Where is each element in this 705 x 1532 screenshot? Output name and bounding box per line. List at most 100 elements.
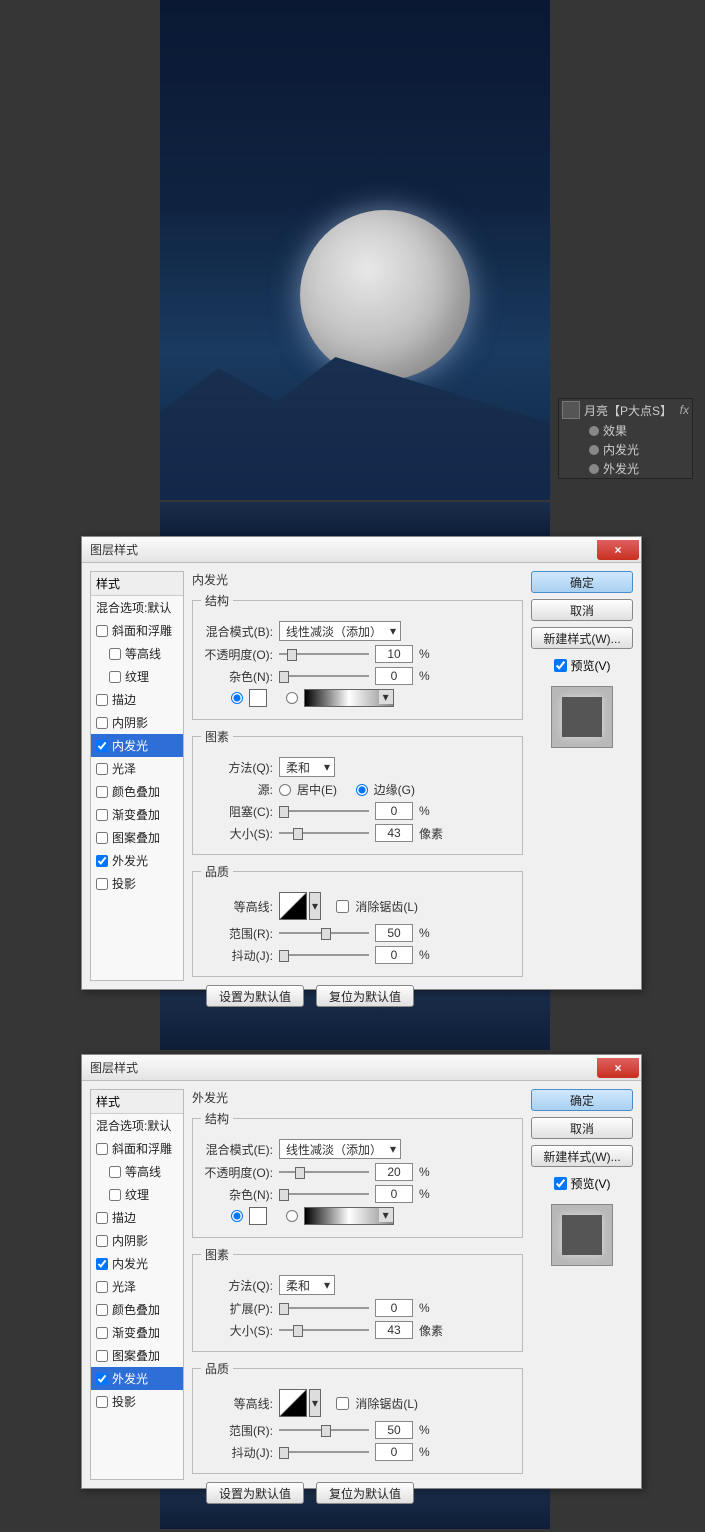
color-swatch[interactable] (249, 1207, 267, 1225)
style-inner-shadow[interactable]: 内阴影 (91, 1229, 183, 1252)
fx-icon[interactable]: fx (680, 403, 689, 417)
checkbox[interactable] (96, 878, 108, 890)
slider-thumb[interactable] (295, 1167, 305, 1179)
noise-slider[interactable] (279, 1187, 369, 1201)
contour-dropdown[interactable]: ▾ (309, 1389, 321, 1417)
preview-checkbox-row[interactable]: 预览(V) (554, 1175, 611, 1192)
close-button[interactable]: × (597, 1058, 639, 1078)
eye-icon[interactable] (589, 426, 599, 436)
style-bevel[interactable]: 斜面和浮雕 (91, 619, 183, 642)
slider-thumb[interactable] (279, 806, 289, 818)
range-slider[interactable] (279, 926, 369, 940)
contour-picker[interactable] (279, 892, 307, 920)
style-color-overlay[interactable]: 颜色叠加 (91, 780, 183, 803)
style-contour[interactable]: 等高线 (91, 642, 183, 665)
size-input[interactable]: 43 (375, 824, 413, 842)
checkbox[interactable] (96, 625, 108, 637)
choke-input[interactable]: 0 (375, 802, 413, 820)
checkbox[interactable] (96, 1373, 108, 1385)
technique-select[interactable]: 柔和 (279, 1275, 335, 1295)
jitter-slider[interactable] (279, 948, 369, 962)
style-inner-shadow[interactable]: 内阴影 (91, 711, 183, 734)
style-blend-options[interactable]: 混合选项:默认 (91, 1114, 183, 1137)
gradient-picker[interactable] (304, 1207, 394, 1225)
set-default-button[interactable]: 设置为默认值 (206, 1482, 304, 1504)
style-drop-shadow[interactable]: 投影 (91, 872, 183, 895)
contour-picker[interactable] (279, 1389, 307, 1417)
style-blend-options[interactable]: 混合选项:默认 (91, 596, 183, 619)
source-edge-radio[interactable] (356, 784, 368, 796)
jitter-slider[interactable] (279, 1445, 369, 1459)
checkbox[interactable] (96, 1396, 108, 1408)
layer-row[interactable]: 月亮【P大点S】 fx (559, 399, 692, 421)
opacity-slider[interactable] (279, 1165, 369, 1179)
range-input[interactable]: 50 (375, 1421, 413, 1439)
checkbox[interactable] (109, 1189, 121, 1201)
jitter-input[interactable]: 0 (375, 1443, 413, 1461)
checkbox[interactable] (96, 1304, 108, 1316)
gradient-radio[interactable] (286, 1210, 298, 1222)
range-input[interactable]: 50 (375, 924, 413, 942)
checkbox[interactable] (109, 648, 121, 660)
checkbox[interactable] (96, 809, 108, 821)
checkbox[interactable] (96, 1258, 108, 1270)
style-inner-glow[interactable]: 内发光 (91, 734, 183, 757)
size-slider[interactable] (279, 1323, 369, 1337)
spread-input[interactable]: 0 (375, 1299, 413, 1317)
checkbox[interactable] (96, 1350, 108, 1362)
checkbox[interactable] (96, 1235, 108, 1247)
cancel-button[interactable]: 取消 (531, 1117, 633, 1139)
slider-thumb[interactable] (287, 649, 297, 661)
checkbox[interactable] (96, 1327, 108, 1339)
checkbox[interactable] (96, 763, 108, 775)
preview-checkbox[interactable] (554, 659, 567, 672)
spread-slider[interactable] (279, 1301, 369, 1315)
source-center-radio[interactable] (279, 784, 291, 796)
style-satin[interactable]: 光泽 (91, 757, 183, 780)
reset-default-button[interactable]: 复位为默认值 (316, 985, 414, 1007)
close-button[interactable]: × (597, 540, 639, 560)
effects-row[interactable]: 效果 (559, 421, 692, 440)
checkbox[interactable] (96, 694, 108, 706)
blend-mode-select[interactable]: 线性减淡（添加） (279, 621, 401, 641)
ok-button[interactable]: 确定 (531, 1089, 633, 1111)
checkbox[interactable] (96, 1212, 108, 1224)
style-stroke[interactable]: 描边 (91, 688, 183, 711)
checkbox[interactable] (96, 1143, 108, 1155)
checkbox[interactable] (96, 855, 108, 867)
style-satin[interactable]: 光泽 (91, 1275, 183, 1298)
style-gradient-overlay[interactable]: 渐变叠加 (91, 1321, 183, 1344)
style-gradient-overlay[interactable]: 渐变叠加 (91, 803, 183, 826)
checkbox[interactable] (109, 671, 121, 683)
size-slider[interactable] (279, 826, 369, 840)
inner-glow-fx[interactable]: 内发光 (559, 440, 692, 459)
style-pattern-overlay[interactable]: 图案叠加 (91, 1344, 183, 1367)
style-inner-glow[interactable]: 内发光 (91, 1252, 183, 1275)
color-swatch[interactable] (249, 689, 267, 707)
noise-input[interactable]: 0 (375, 1185, 413, 1203)
blend-mode-select[interactable]: 线性减淡（添加） (279, 1139, 401, 1159)
style-texture[interactable]: 纹理 (91, 665, 183, 688)
checkbox[interactable] (96, 786, 108, 798)
noise-input[interactable]: 0 (375, 667, 413, 685)
reset-default-button[interactable]: 复位为默认值 (316, 1482, 414, 1504)
slider-thumb[interactable] (279, 950, 289, 962)
style-outer-glow[interactable]: 外发光 (91, 849, 183, 872)
new-style-button[interactable]: 新建样式(W)... (531, 1145, 633, 1167)
slider-thumb[interactable] (321, 928, 331, 940)
eye-icon[interactable] (589, 445, 599, 455)
ok-button[interactable]: 确定 (531, 571, 633, 593)
new-style-button[interactable]: 新建样式(W)... (531, 627, 633, 649)
color-radio[interactable] (231, 692, 243, 704)
slider-thumb[interactable] (321, 1425, 331, 1437)
style-color-overlay[interactable]: 颜色叠加 (91, 1298, 183, 1321)
opacity-input[interactable]: 10 (375, 645, 413, 663)
checkbox[interactable] (96, 1281, 108, 1293)
size-input[interactable]: 43 (375, 1321, 413, 1339)
antialias-checkbox[interactable] (336, 1397, 349, 1410)
jitter-input[interactable]: 0 (375, 946, 413, 964)
slider-thumb[interactable] (279, 1447, 289, 1459)
technique-select[interactable]: 柔和 (279, 757, 335, 777)
slider-thumb[interactable] (279, 1189, 289, 1201)
style-pattern-overlay[interactable]: 图案叠加 (91, 826, 183, 849)
